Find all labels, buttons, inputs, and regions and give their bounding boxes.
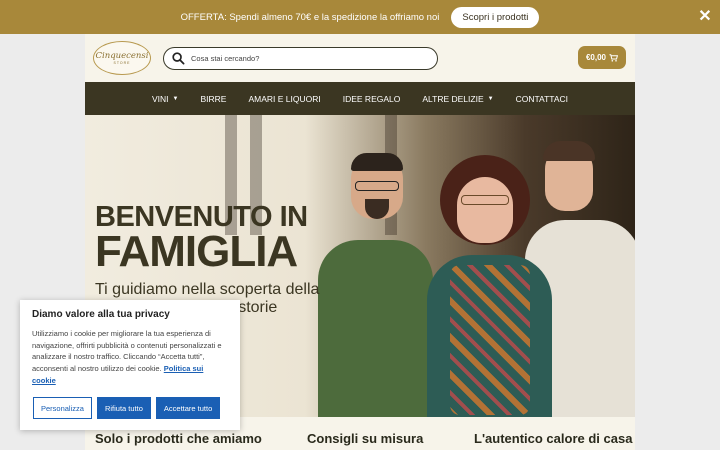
offer-text: OFFERTA: Spendi almeno 70€ e la spedizio… [180,11,440,23]
nav-item-birre[interactable]: BIRRE [189,94,237,104]
nav-item-altre-delizie[interactable]: ALTRE DELIZIE ▼ [411,94,504,104]
chevron-down-icon: ▼ [487,95,494,102]
cookie-text: Utilizziamo i cookie per migliorare la t… [32,328,228,387]
nav-label: AMARI E LIQUORI [248,93,321,104]
nav-item-vini[interactable]: VINI ▼ [141,94,189,104]
cookie-title: Diamo valore alla tua privacy [32,309,170,320]
hero-title-line2: FAMIGLIA [95,227,298,276]
nav-label: CONTATTACI [515,93,568,104]
site-header: Cinquecensi STORE €0,00 [85,34,635,82]
main-nav: VINI ▼ BIRRE AMARI E LIQUORI IDEE REGALO… [85,82,635,115]
search-bar[interactable] [163,47,438,70]
feature-heading: Consigli su misura [307,431,424,446]
search-icon[interactable] [172,52,185,65]
logo-sub: STORE [113,61,131,65]
search-input[interactable] [191,54,421,63]
site-logo[interactable]: Cinquecensi STORE [93,41,151,75]
feature-heading: Solo i prodotti che amiamo [95,431,262,446]
nav-label: BIRRE [200,93,227,104]
person-photo [318,240,433,417]
glasses-shape [355,181,399,191]
person-photo [450,265,530,415]
cart-button[interactable]: €0,00 [577,46,626,69]
chevron-down-icon: ▼ [172,95,179,102]
cookie-consent-dialog: Diamo valore alla tua privacy Utilizziam… [20,300,240,430]
nav-label: IDEE REGALO [342,93,401,104]
accept-all-button[interactable]: Accettare tutto [155,397,221,419]
cookie-buttons: Personalizza Rifiuta tutto Accettare tut… [33,397,221,419]
close-icon[interactable]: ✕ [696,8,714,26]
logo-script: Cinquecensi [95,51,149,61]
offer-bar: OFFERTA: Spendi almeno 70€ e la spedizio… [0,0,720,34]
nav-item-amari-liquori[interactable]: AMARI E LIQUORI [237,94,331,104]
reject-all-button[interactable]: Rifiuta tutto [96,397,151,419]
person-photo [351,153,403,171]
cart-icon [609,53,618,62]
nav-label: VINI [152,93,169,104]
discover-products-button[interactable]: Scopri i prodotti [451,6,540,28]
feature-heading: L'autentico calore di casa [474,431,633,446]
glasses-shape [461,195,509,205]
nav-label: ALTRE DELIZIE [422,93,484,104]
person-photo [543,141,595,161]
nav-item-idee-regalo[interactable]: IDEE REGALO [332,94,412,104]
customize-cookies-button[interactable]: Personalizza [33,397,92,419]
cart-total: €0,00 [585,53,606,62]
nav-item-contattaci[interactable]: CONTATTACI [505,94,579,104]
person-photo [457,177,513,243]
